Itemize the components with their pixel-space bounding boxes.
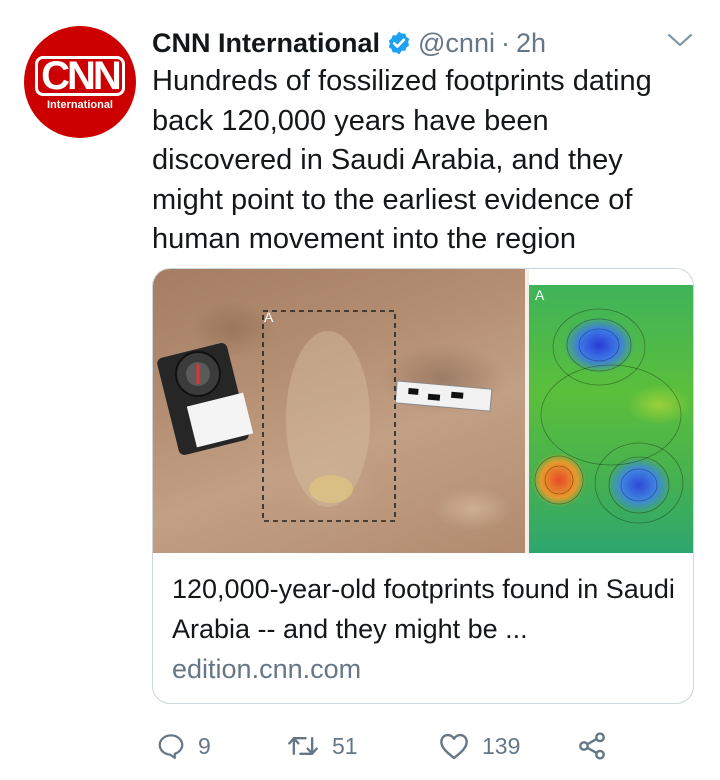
card-text[interactable]: 120,000-year-old footprints found in Sau… [172,569,682,689]
avatar-logo: CNN [24,56,136,96]
avatar[interactable]: CNN International [24,26,136,138]
scale-bar [394,380,493,412]
account-handle[interactable]: @cnni [418,28,495,59]
separator-dot: · [500,27,510,58]
chevron-down-icon[interactable] [666,30,694,50]
elevation-map: A [529,285,693,553]
verified-icon [388,31,410,55]
compass-device [157,343,254,455]
map-label: A [535,287,545,303]
account-name[interactable]: CNN International [152,28,380,59]
like-icon [440,733,468,760]
share-button[interactable] [576,726,608,766]
tweet-actions: 9 51 139 [152,726,632,766]
retweet-button[interactable]: 51 [286,726,358,766]
tweet-header: CNN International @cnni · 2h [152,24,546,62]
link-card[interactable]: A A 120,000-year-old footprints found in… [152,268,694,704]
share-icon [579,732,605,760]
card-image[interactable]: A A [153,269,693,553]
like-button[interactable]: 139 [438,726,520,766]
card-title[interactable]: 120,000-year-old footprints found in Sau… [172,569,682,649]
footprint-photo: A [153,269,525,553]
photo-label: A [264,309,274,325]
reply-icon [158,734,184,759]
reply-button[interactable]: 9 [156,726,211,766]
card-domain: edition.cnn.com [172,654,362,684]
avatar-subtitle: International [46,99,113,111]
like-count: 139 [482,732,521,759]
retweet-count: 51 [332,732,358,759]
retweet-icon [288,736,318,756]
tweet-text: Hundreds of fossilized footprints dating… [152,65,652,255]
reply-count: 9 [198,732,211,759]
tweet-timestamp[interactable]: 2h [516,28,546,59]
